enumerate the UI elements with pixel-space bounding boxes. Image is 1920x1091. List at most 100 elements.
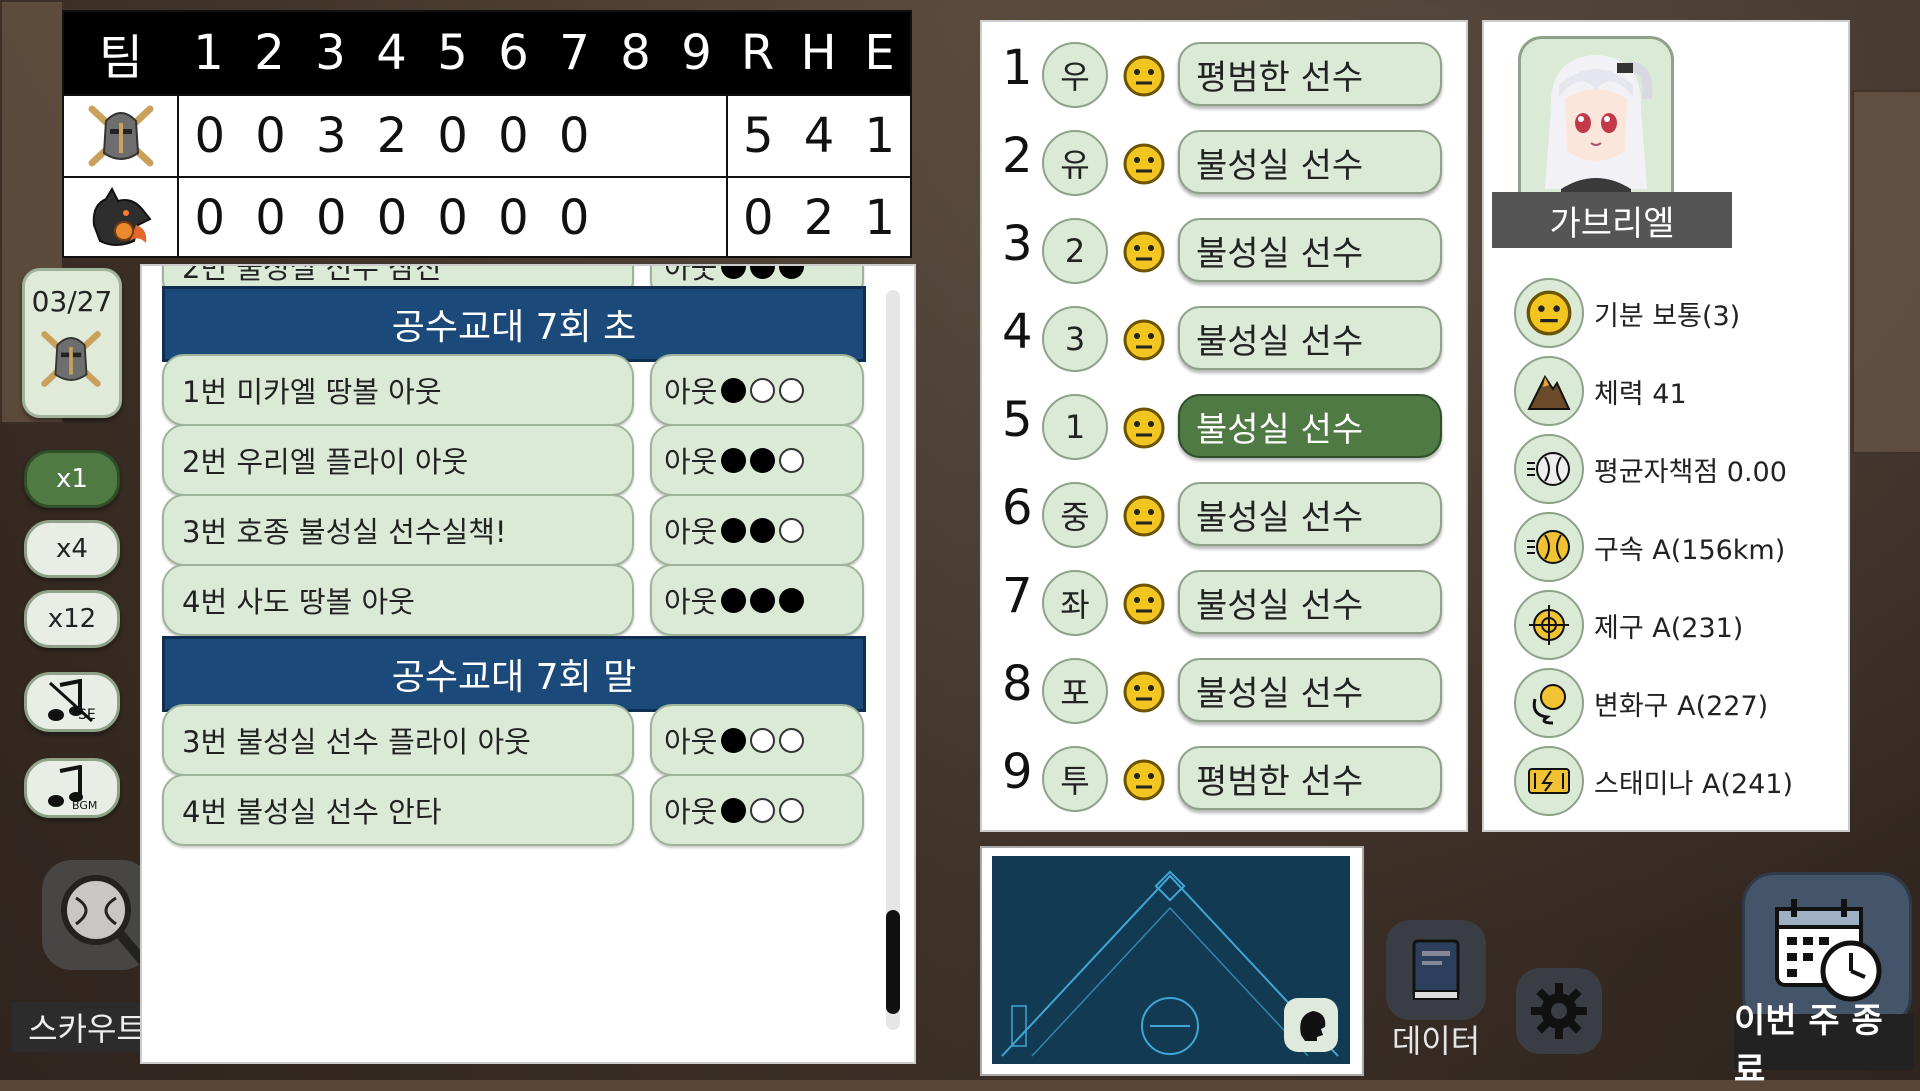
player-head-icon[interactable]	[1284, 998, 1338, 1052]
log-scrollbar[interactable]	[886, 290, 900, 1030]
log-row: 3번 호종 불성실 선수실책! 아웃	[162, 494, 876, 570]
scoreboard: 팀 1 2 3 4 5 6 7 8 9 R H E 0 0 3 2 0 0 0 …	[62, 10, 912, 258]
lineup-row[interactable]: 2 유 불성실 선수	[982, 124, 1466, 204]
neutral-face-icon	[1122, 142, 1166, 190]
header-inning-9: 9	[681, 25, 712, 81]
out-count: 아웃	[650, 774, 864, 846]
lineup-row[interactable]: 3 2 불성실 선수	[982, 212, 1466, 292]
home-inning-1: 0	[194, 190, 226, 246]
out-label: 아웃	[664, 795, 718, 829]
lineup-row[interactable]: 1 우 평범한 선수	[982, 36, 1466, 116]
knight-helmet-icon	[39, 327, 103, 395]
header-inning-3: 3	[315, 25, 346, 81]
player-name-button[interactable]: 불성실 선수	[1178, 130, 1442, 194]
speed-x12-button[interactable]: x12	[24, 590, 120, 648]
lineup-row[interactable]: 7 좌 불성실 선수	[982, 564, 1466, 644]
away-inning-9	[665, 96, 726, 176]
player-name-button[interactable]: 불성실 선수	[1178, 482, 1442, 546]
batting-order: 4	[1002, 304, 1033, 360]
music-se-muted-icon: SE	[48, 679, 96, 723]
position-badge: 3	[1042, 306, 1108, 372]
inning-change-banner: 공수교대 7회 말	[162, 636, 866, 712]
baseball-field-diagram	[992, 856, 1350, 1064]
batting-order: 6	[1002, 480, 1033, 536]
away-inning-5: 0	[437, 108, 468, 164]
away-inning-3: 3	[315, 108, 347, 164]
inning-change-banner: 공수교대 7회 초	[162, 286, 866, 362]
stat-row: 체력 41	[1514, 356, 1834, 432]
away-inning-8	[605, 96, 666, 176]
position-badge: 중	[1042, 482, 1108, 548]
speed-x4-button[interactable]: x4	[24, 520, 120, 578]
date-card[interactable]: 03/27	[22, 268, 122, 418]
away-team-logo	[64, 96, 180, 176]
lineup-row[interactable]: 9 투 평범한 선수	[982, 740, 1466, 820]
log-scroll-thumb[interactable]	[886, 910, 900, 1014]
log-row: 4번 사도 땅볼 아웃 아웃	[162, 564, 876, 640]
position-badge: 유	[1042, 130, 1108, 196]
home-inning-5: 0	[437, 190, 468, 246]
header-errors: E	[864, 25, 895, 81]
player-name: 가브리엘	[1492, 192, 1732, 248]
end-week-button[interactable]: 이번 주 종료	[1734, 872, 1914, 1090]
header-inning-8: 8	[620, 25, 651, 81]
out-dot-filled	[750, 587, 776, 613]
era-ball-icon	[1514, 434, 1584, 504]
home-team-logo	[64, 178, 180, 258]
sound-effect-toggle[interactable]: SE	[24, 672, 120, 732]
out-label: 아웃	[664, 585, 718, 619]
date-label: 03/27	[31, 285, 113, 318]
speed-x1-button[interactable]: x1	[24, 450, 120, 508]
out-dot-empty	[779, 517, 805, 543]
player-name-button[interactable]: 불성실 선수	[1178, 394, 1442, 458]
away-hits: 4	[803, 108, 835, 164]
out-dot-empty	[750, 377, 776, 403]
lineup-row[interactable]: 8 포 불성실 선수	[982, 652, 1466, 732]
stat-text: 변화구 A(227)	[1594, 691, 1769, 722]
batting-order: 1	[1002, 40, 1033, 96]
stamina-battery-icon	[1514, 746, 1584, 816]
out-count: 아웃	[650, 704, 864, 776]
lineup-row[interactable]: 5 1 불성실 선수	[982, 388, 1466, 468]
out-label: 아웃	[664, 375, 718, 409]
out-dot-empty	[779, 727, 805, 753]
lineup-row[interactable]: 6 중 불성실 선수	[982, 476, 1466, 556]
player-name-button[interactable]: 평범한 선수	[1178, 42, 1442, 106]
away-inning-1: 0	[194, 108, 226, 164]
stat-row: 제구 A(231)	[1514, 590, 1834, 666]
bgm-toggle[interactable]: BGM	[24, 758, 120, 818]
player-name-button[interactable]: 불성실 선수	[1178, 218, 1442, 282]
game-log-panel[interactable]: 2번 불성실 선수 삼진 아웃 공수교대 7회 초 1번 미카엘 땅볼 아웃 아웃 2번 …	[140, 264, 916, 1064]
log-row: 2번 우리엘 플라이 아웃 아웃	[162, 424, 876, 500]
neutral-face-icon	[1122, 318, 1166, 366]
scout-button[interactable]: 스카우트	[12, 860, 162, 1060]
player-name-button[interactable]: 불성실 선수	[1178, 570, 1442, 634]
data-button[interactable]: 데이터	[1376, 910, 1496, 1060]
out-dot-filled	[721, 517, 747, 543]
out-label: 아웃	[664, 725, 718, 759]
player-card: 가브리엘 기분 보통(3) 체력 41 평균자책점 0.00 구속 A(156km) 제…	[1482, 20, 1850, 832]
header-runs: R	[740, 25, 775, 81]
player-name-button[interactable]: 평범한 선수	[1178, 746, 1442, 810]
player-name-button[interactable]: 불성실 선수	[1178, 306, 1442, 370]
out-label: 아웃	[664, 264, 718, 285]
lineup-row[interactable]: 4 3 불성실 선수	[982, 300, 1466, 380]
home-inning-6: 0	[498, 190, 529, 246]
batting-order: 5	[1002, 392, 1033, 448]
neutral-face-icon	[1122, 230, 1166, 278]
out-count: 아웃	[650, 494, 864, 566]
player-name-button[interactable]: 불성실 선수	[1178, 658, 1442, 722]
settings-button[interactable]	[1516, 968, 1602, 1054]
stat-text: 스태미나 A(241)	[1594, 769, 1794, 800]
mood-icon	[1514, 278, 1584, 348]
header-inning-7: 7	[559, 25, 590, 81]
out-dot-filled	[721, 727, 747, 753]
out-count: 아웃	[650, 564, 864, 636]
away-runs: 5	[725, 96, 789, 176]
neutral-face-icon	[1122, 406, 1166, 454]
out-dot-empty	[779, 377, 805, 403]
out-dot-filled	[750, 447, 776, 473]
out-dot-empty	[779, 797, 805, 823]
batting-order: 9	[1002, 744, 1033, 800]
header-team: 팀	[98, 30, 144, 86]
